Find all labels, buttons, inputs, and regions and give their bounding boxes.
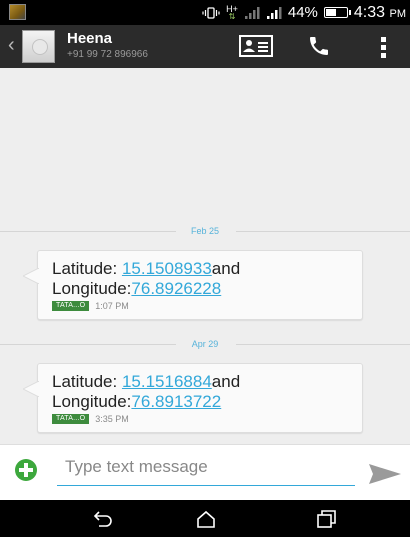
home-icon[interactable] bbox=[194, 508, 218, 530]
date-separator: Feb 25 bbox=[0, 224, 410, 238]
message-text: Latitude: 15.1516884and Longitude:76.891… bbox=[52, 372, 240, 412]
latitude-label: Latitude: bbox=[52, 372, 122, 391]
message-time: 3:35 PM bbox=[95, 414, 129, 424]
overflow-menu-icon[interactable] bbox=[381, 36, 387, 58]
status-clock: 4:33 PM bbox=[354, 4, 406, 22]
longitude-link[interactable]: 76.8913722 bbox=[131, 392, 221, 411]
recent-apps-icon[interactable] bbox=[315, 508, 339, 530]
message-bubble[interactable]: Latitude: 15.1516884and Longitude:76.891… bbox=[23, 363, 363, 433]
message-time: 1:07 PM bbox=[95, 301, 129, 311]
phone-icon[interactable] bbox=[307, 34, 331, 58]
divider bbox=[236, 344, 410, 345]
battery-level-fill bbox=[325, 9, 336, 16]
date-separator: Apr 29 bbox=[0, 337, 410, 351]
contact-number: +91 99 72 896966 bbox=[67, 49, 148, 60]
status-icons: H+ ⇅ 44% 4:33 PM bbox=[202, 0, 406, 25]
signal-icon bbox=[244, 6, 260, 19]
contact-name: Heena bbox=[67, 30, 113, 47]
chevron-left-icon[interactable]: ‹ bbox=[8, 35, 15, 55]
battery-icon bbox=[323, 7, 351, 18]
add-attachment-icon[interactable] bbox=[14, 458, 38, 482]
vibrate-icon bbox=[202, 6, 220, 19]
sim-badge: TATA...O bbox=[52, 301, 90, 311]
sim-badge: TATA...O bbox=[52, 414, 90, 424]
message-input[interactable] bbox=[57, 452, 355, 486]
clock-ampm: PM bbox=[389, 7, 407, 20]
message-bubble[interactable]: Latitude: 15.1508933and Longitude:76.892… bbox=[23, 250, 363, 320]
conversation-header: ‹ Heena +91 99 72 896966 bbox=[0, 25, 410, 68]
message-composer bbox=[0, 444, 410, 500]
and-text: and bbox=[211, 372, 241, 391]
latitude-link[interactable]: 15.1508933 bbox=[122, 259, 212, 278]
contact-card-icon[interactable] bbox=[239, 35, 273, 57]
navigation-bar bbox=[0, 500, 410, 537]
bubble-tail bbox=[23, 381, 39, 397]
data-arrows-icon: ⇅ bbox=[228, 11, 236, 21]
message-list[interactable]: Feb 25 Latitude: 15.1508933and Longitude… bbox=[0, 68, 410, 444]
message-text: Latitude: 15.1508933and Longitude:76.892… bbox=[52, 259, 240, 299]
divider bbox=[236, 231, 410, 232]
message-meta: TATA...O 1:07 PM bbox=[52, 301, 129, 311]
app-notification-icon bbox=[9, 4, 26, 20]
contact-avatar[interactable] bbox=[22, 30, 55, 63]
clock-time: 4:33 bbox=[353, 3, 386, 21]
longitude-label: Longitude: bbox=[52, 279, 132, 298]
network-type-indicator: H+ ⇅ bbox=[226, 4, 238, 21]
latitude-label: Latitude: bbox=[52, 259, 122, 278]
message-meta: TATA...O 3:35 PM bbox=[52, 414, 129, 424]
bubble-tail bbox=[23, 268, 39, 284]
send-icon[interactable] bbox=[368, 463, 402, 485]
battery-percent: 44% bbox=[287, 4, 318, 21]
longitude-link[interactable]: 76.8926228 bbox=[131, 279, 221, 298]
and-text: and bbox=[211, 259, 241, 278]
status-bar: H+ ⇅ 44% 4:33 PM bbox=[0, 0, 410, 25]
latitude-link[interactable]: 15.1516884 bbox=[122, 372, 212, 391]
longitude-label: Longitude: bbox=[52, 392, 132, 411]
signal-icon bbox=[266, 6, 282, 19]
back-icon[interactable] bbox=[90, 508, 114, 530]
